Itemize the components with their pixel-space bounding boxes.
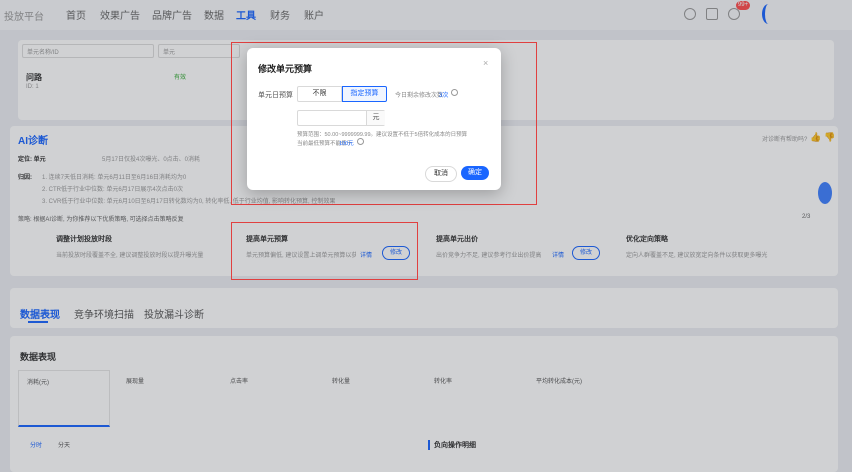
close-icon[interactable]: × <box>483 58 488 68</box>
dialog-title: 修改单元预算 <box>258 64 313 74</box>
highlight-box-budget-strategy <box>231 222 418 280</box>
info-icon[interactable] <box>357 138 364 145</box>
budget-input[interactable]: 元 <box>297 110 385 126</box>
confirm-button[interactable]: 确定 <box>461 166 489 180</box>
min-budget-value: 100元 <box>339 141 354 147</box>
refresh-icon[interactable] <box>451 89 458 96</box>
remaining-changes-count: 3次 <box>439 93 449 99</box>
option-specified-budget[interactable]: 指定预算 <box>342 86 387 102</box>
cancel-button[interactable]: 取消 <box>425 166 457 182</box>
budget-range-hint: 预算范围：50.00~9999999.99。建议设置不低于5倍转化成本的日预算 <box>297 132 468 138</box>
remaining-changes-label: 今日剩余修改次数 <box>395 93 444 99</box>
option-unlimited[interactable]: 不限 <box>297 86 342 102</box>
budget-label: 单元日预算 <box>258 92 293 99</box>
modify-budget-dialog: 修改单元预算 × 单元日预算 不限 指定预算 今日剩余修改次数 3次 元 预算范… <box>247 48 501 190</box>
budget-unit: 元 <box>366 111 385 125</box>
